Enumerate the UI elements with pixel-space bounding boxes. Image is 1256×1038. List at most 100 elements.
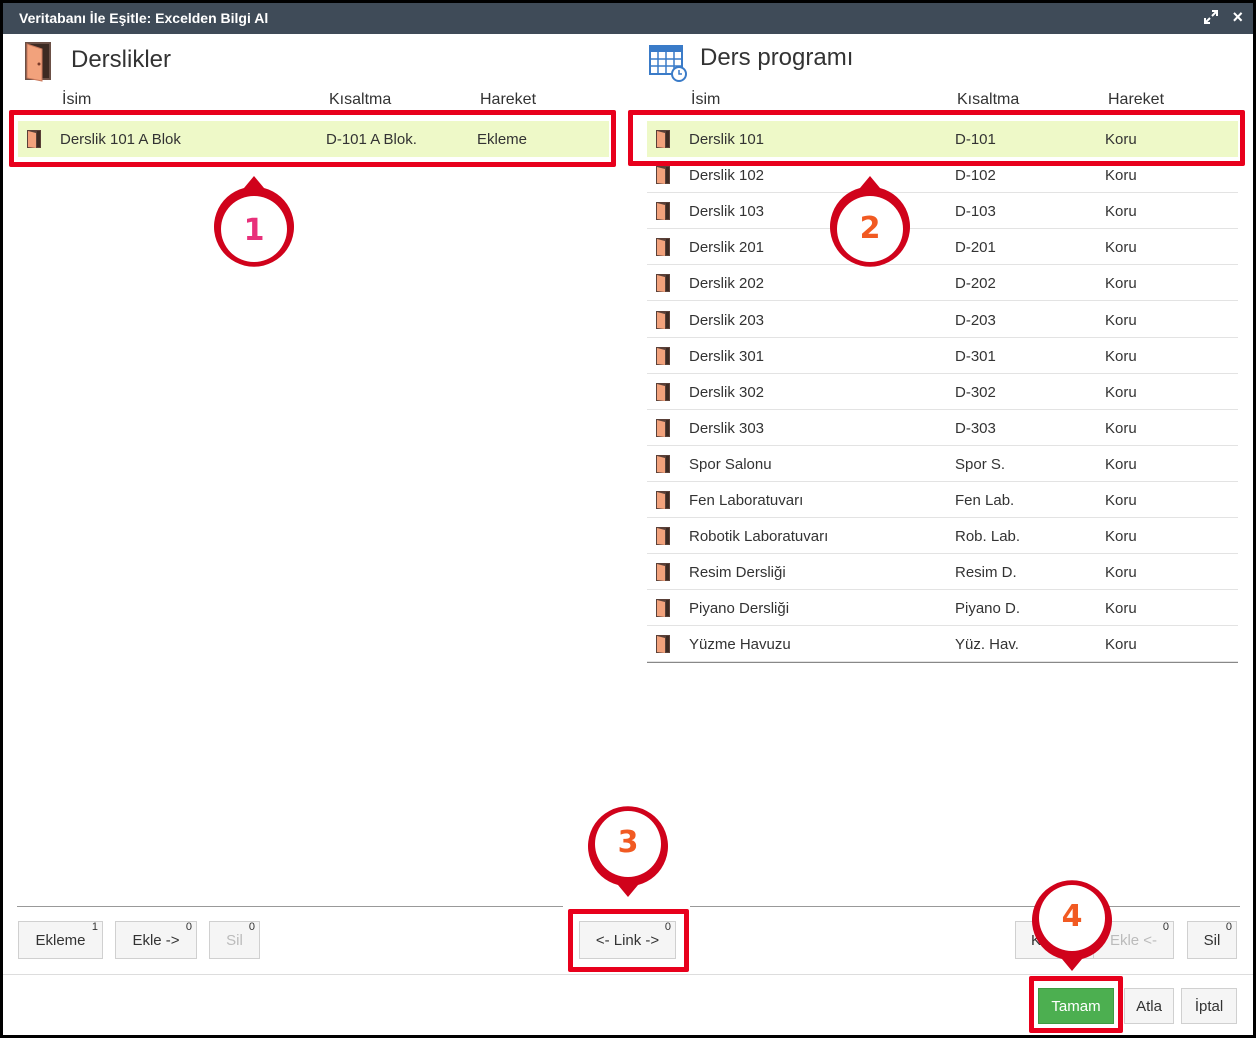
table-row[interactable]: Derslik 201 D-201 Koru (647, 229, 1238, 266)
door-icon (655, 382, 671, 401)
row-name: Derslik 303 (689, 419, 765, 437)
row-action: Koru (1105, 275, 1137, 293)
right-sil-count: 0 (1225, 921, 1232, 933)
door-icon (655, 599, 671, 618)
row-name: Derslik 202 (689, 275, 765, 293)
table-row[interactable]: Spor Salonu Spor S. Koru (647, 446, 1238, 482)
row-name: Derslik 301 (689, 347, 765, 365)
table-row[interactable]: Derslik 302 D-302 Koru (647, 374, 1238, 410)
door-icon (655, 527, 671, 546)
left-divider (17, 906, 563, 907)
row-action: Koru (1105, 492, 1137, 509)
row-abbr: D-302 (955, 383, 996, 401)
left-sil-button[interactable]: Sil 0 (209, 921, 260, 959)
marker-1-number: 1 (243, 213, 265, 248)
highlight-left-row (9, 110, 616, 167)
table-row[interactable]: Derslik 203 D-203 Koru (647, 302, 1238, 338)
maximize-icon[interactable] (1203, 9, 1219, 25)
row-name: Derslik 103 (689, 203, 765, 221)
door-icon (655, 346, 671, 365)
table-row[interactable]: Derslik 301 D-301 Koru (647, 338, 1238, 374)
row-action: Koru (1105, 636, 1137, 654)
table-row[interactable]: Piyano Dersliği Piyano D. Koru (647, 590, 1238, 627)
left-col-name-header[interactable]: İsim (62, 91, 91, 109)
row-action: Koru (1105, 600, 1137, 618)
ekle-right-button-label: Ekle -> (132, 931, 180, 949)
row-action: Koru (1105, 419, 1137, 437)
marker-2: 2 (827, 174, 913, 274)
table-row[interactable]: Derslik 202 D-202 Koru (647, 265, 1238, 302)
row-name: Derslik 203 (689, 311, 765, 329)
left-col-action-header[interactable]: Hareket (480, 91, 536, 109)
left-col-abbr-header[interactable]: Kısaltma (329, 91, 391, 109)
table-row[interactable]: Resim Dersliği Resim D. Koru (647, 554, 1238, 591)
ekle-left-button-label: Ekle <- (1109, 931, 1158, 949)
right-table-bottom-border (647, 662, 1238, 663)
row-name: Fen Laboratuvarı (689, 492, 804, 509)
row-action: Koru (1105, 528, 1137, 546)
row-name: Derslik 201 (689, 239, 765, 257)
title-bar: Veritabanı İle Eşitle: Excelden Bilgi Al… (3, 3, 1253, 34)
row-abbr: Yüz. Hav. (955, 636, 1019, 654)
right-col-abbr-header[interactable]: Kısaltma (957, 91, 1019, 109)
iptal-button-label: İptal (1194, 997, 1224, 1015)
atla-button[interactable]: Atla (1124, 988, 1174, 1024)
sync-dialog: Veritabanı İle Eşitle: Excelden Bilgi Al… (3, 3, 1253, 1035)
table-row[interactable]: Derslik 303 D-303 Koru (647, 410, 1238, 446)
door-icon (655, 635, 671, 654)
row-abbr: Fen Lab. (955, 492, 1015, 509)
right-divider (690, 906, 1240, 907)
right-col-name-header[interactable]: İsim (691, 91, 720, 109)
row-action: Koru (1105, 239, 1137, 257)
row-action: Koru (1105, 311, 1137, 329)
ekleme-count: 1 (91, 921, 98, 933)
row-abbr: Resim D. (955, 564, 1017, 582)
door-icon (655, 166, 671, 185)
row-name: Derslik 302 (689, 383, 765, 401)
ekle-right-button[interactable]: Ekle -> 0 (115, 921, 197, 959)
left-panel-header: Derslikler (22, 40, 171, 82)
row-abbr: D-303 (955, 419, 996, 437)
row-abbr: D-202 (955, 275, 996, 293)
row-name: Derslik 102 (689, 167, 765, 185)
dialog-title: Veritabanı İle Eşitle: Excelden Bilgi Al (19, 10, 269, 26)
ekleme-button[interactable]: Ekleme 1 (18, 921, 103, 959)
row-abbr: Rob. Lab. (955, 528, 1021, 546)
row-action: Koru (1105, 383, 1137, 401)
iptal-button[interactable]: İptal (1181, 988, 1237, 1024)
marker-2-number: 2 (859, 211, 881, 246)
marker-1: 1 (211, 174, 297, 274)
highlight-right-row (628, 110, 1245, 166)
table-row[interactable]: Fen Laboratuvarı Fen Lab. Koru (647, 482, 1238, 518)
row-action: Koru (1105, 167, 1137, 185)
door-icon (655, 563, 671, 582)
door-icon (655, 274, 671, 293)
ekle-left-count: 0 (1162, 921, 1169, 933)
highlight-tamam-button (1029, 976, 1123, 1033)
right-col-action-header[interactable]: Hareket (1108, 91, 1164, 109)
right-sil-button[interactable]: Sil 0 (1187, 921, 1237, 959)
row-abbr: D-103 (955, 203, 996, 221)
row-abbr: Spor S. (955, 455, 1006, 473)
left-panel-title: Derslikler (71, 45, 172, 73)
row-name: Robotik Laboratuvarı (689, 528, 829, 546)
table-row[interactable]: Yüzme Havuzu Yüz. Hav. Koru (647, 626, 1238, 663)
marker-3: 3 (585, 799, 671, 899)
table-row[interactable]: Derslik 103 D-103 Koru (647, 193, 1238, 230)
ekleme-button-label: Ekleme (35, 931, 86, 949)
left-sil-button-label: Sil (226, 931, 243, 949)
door-icon (655, 418, 671, 437)
door-icon (655, 310, 671, 329)
table-row[interactable]: Robotik Laboratuvarı Rob. Lab. Koru (647, 518, 1238, 555)
door-icon (655, 202, 671, 221)
marker-4-number: 4 (1061, 899, 1083, 934)
row-name: Resim Dersliği (689, 564, 786, 582)
right-panel-title: Ders programı (700, 44, 854, 71)
row-action: Koru (1105, 455, 1137, 473)
marker-4: 4 (1029, 873, 1115, 973)
atla-button-label: Atla (1136, 997, 1162, 1015)
highlight-link-button (568, 909, 689, 972)
row-abbr: D-203 (955, 311, 996, 329)
close-icon[interactable]: × (1232, 7, 1243, 27)
row-name: Yüzme Havuzu (689, 636, 791, 654)
